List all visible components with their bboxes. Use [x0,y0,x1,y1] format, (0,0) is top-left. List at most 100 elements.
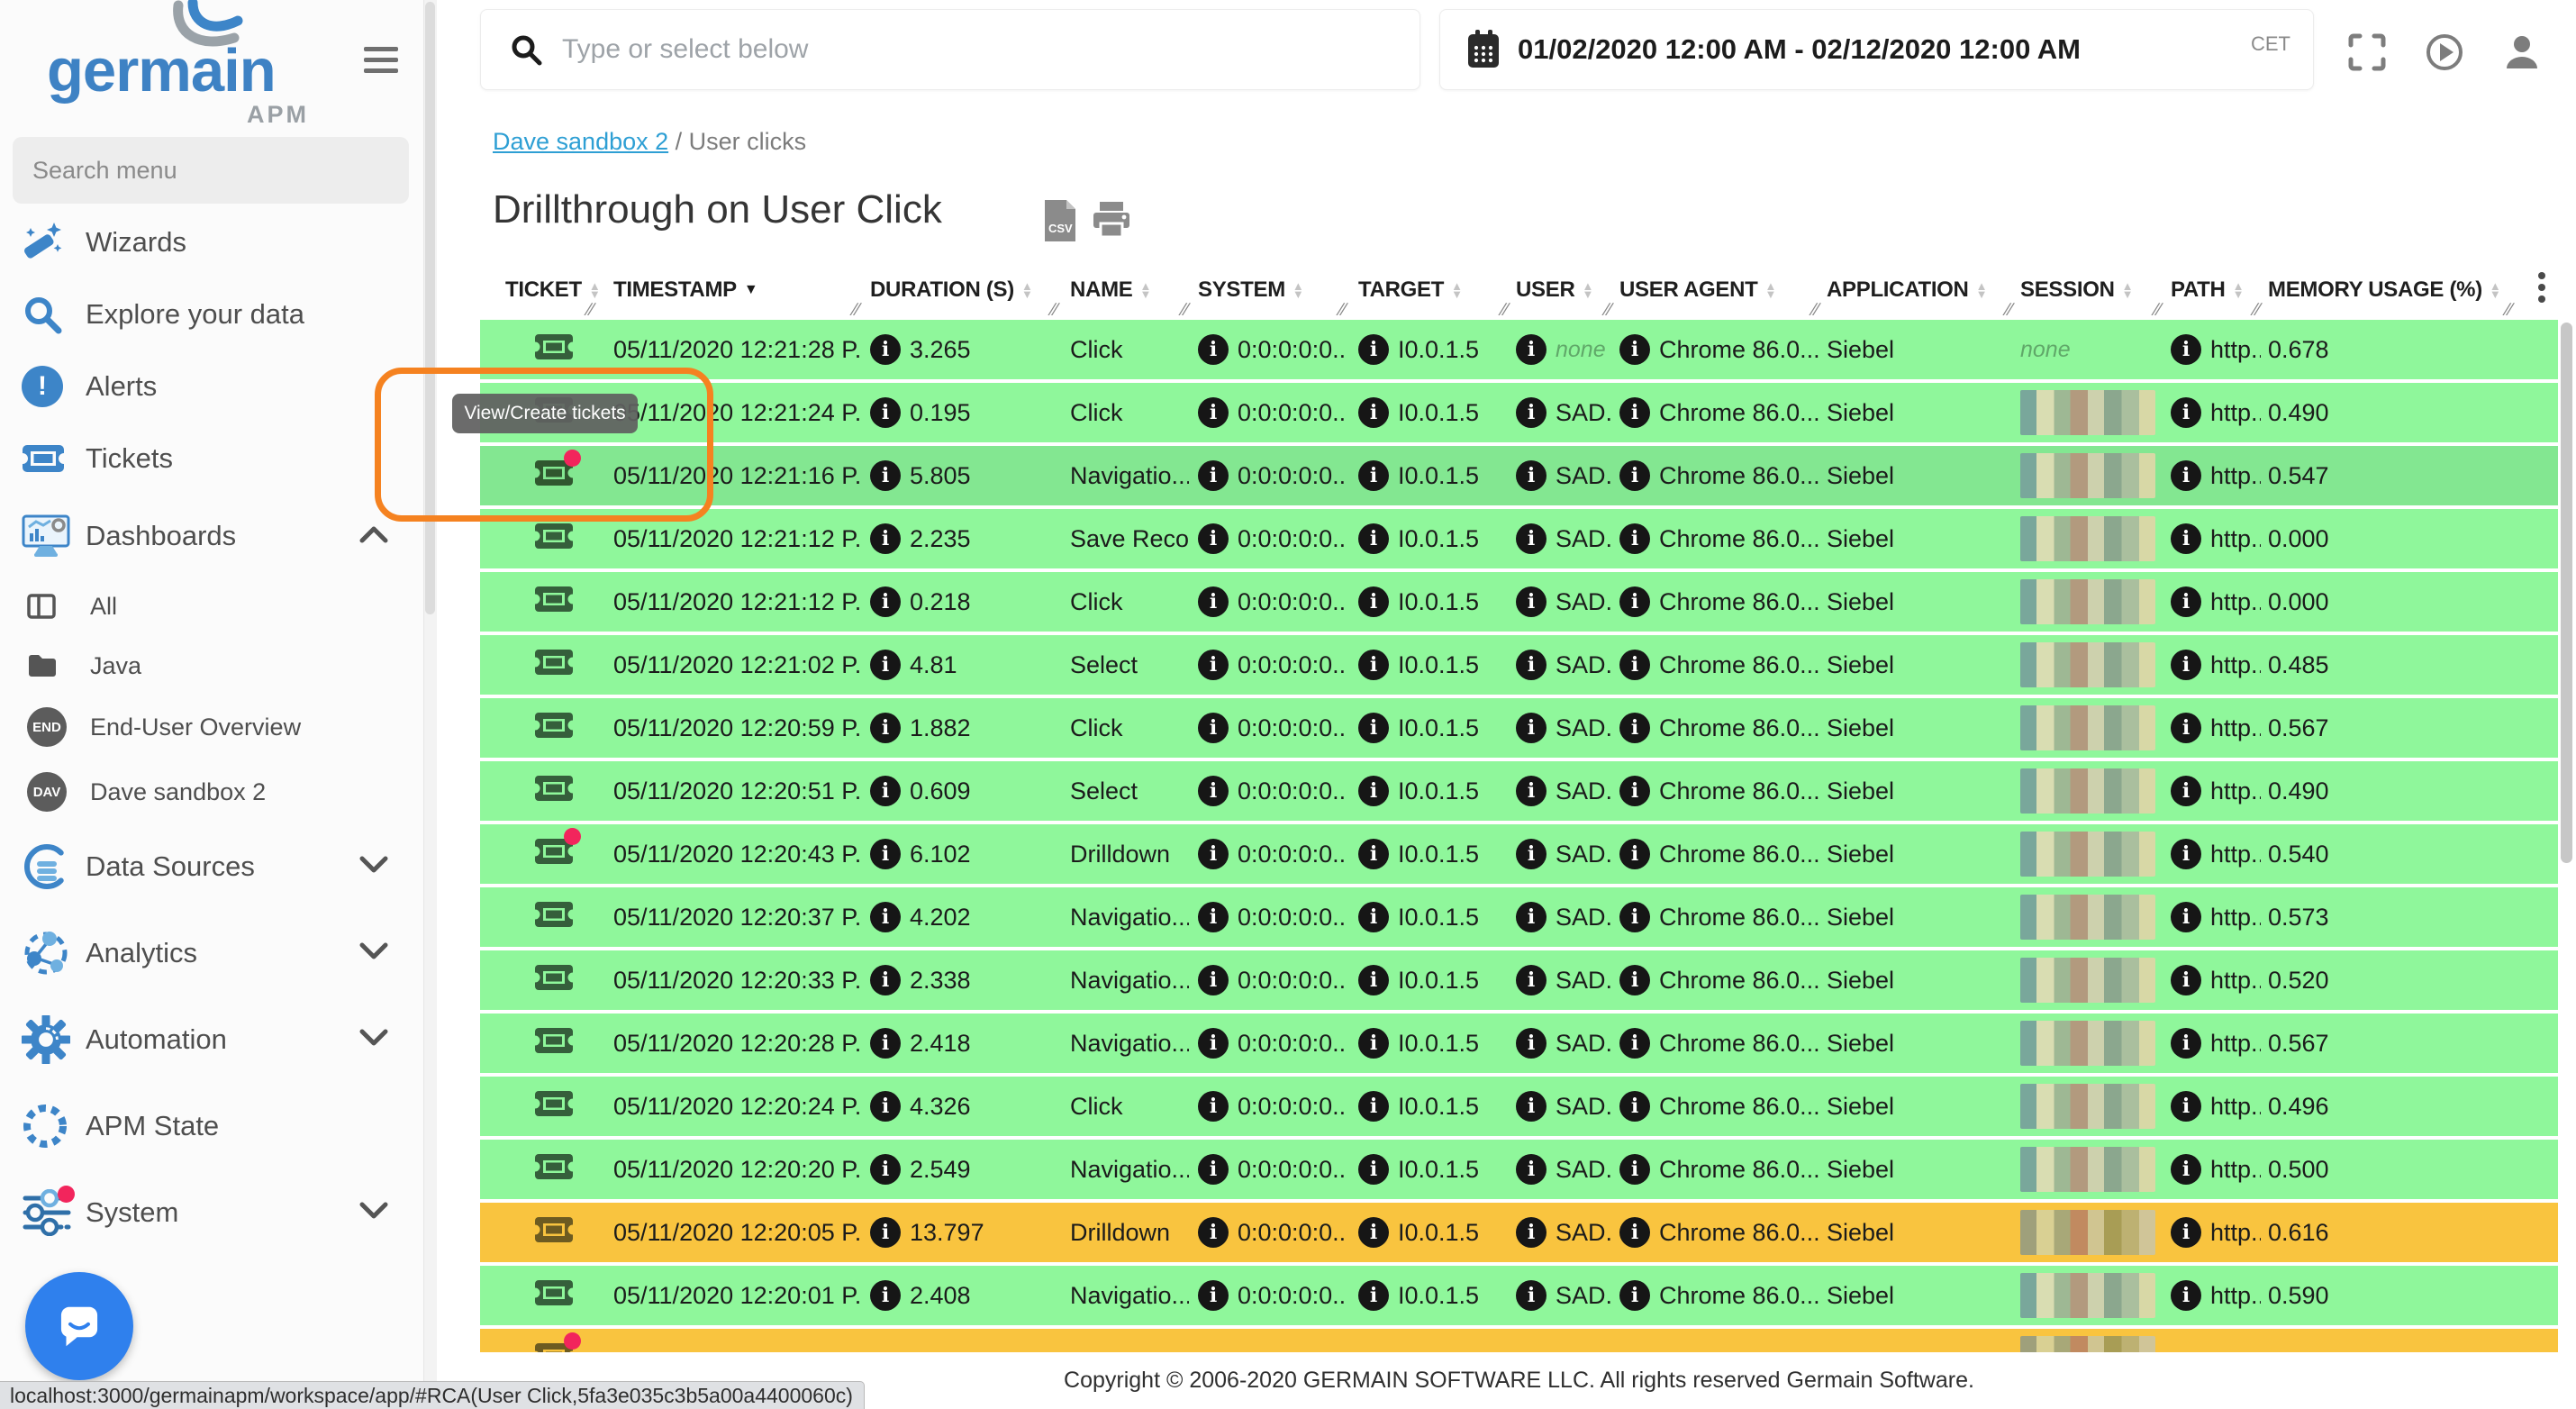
table-scrollbar[interactable] [2561,323,2572,863]
info-icon[interactable]: i [1619,650,1650,680]
info-icon[interactable]: i [1516,650,1547,680]
sort-carets-icon[interactable]: ▲▼ [1139,282,1151,298]
session-thumbnail[interactable] [2020,958,2155,1003]
info-icon[interactable]: i [2171,586,2201,617]
sidebar-item-dashboards[interactable]: Dashboards [0,498,423,574]
chevron-down-icon[interactable] [358,1201,389,1225]
ticket-icon[interactable] [534,773,574,810]
sidebar-scrollbar[interactable] [424,0,437,1409]
info-icon[interactable]: i [2171,776,2201,806]
info-icon[interactable]: i [1358,839,1389,869]
sidebar-item-apm-state[interactable]: APM State [0,1088,423,1164]
table-row[interactable]: 05/11/2020 12:20:28 P...i2.418Navigatio.… [480,1014,2558,1073]
info-icon[interactable]: i [1358,776,1389,806]
info-icon[interactable]: i [2171,460,2201,491]
table-row[interactable]: 05/11/2020 12:20:43 P...i6.102Drilldowni… [480,824,2558,884]
info-icon[interactable]: i [1358,902,1389,932]
info-icon[interactable]: i [1198,839,1229,869]
chat-button[interactable] [25,1272,133,1380]
sort-desc-icon[interactable]: ▼ [744,282,758,298]
info-icon[interactable]: i [1198,1154,1229,1185]
info-icon[interactable]: i [1198,902,1229,932]
session-thumbnail[interactable] [2020,832,2155,877]
info-icon[interactable]: i [1516,1217,1547,1248]
info-icon[interactable]: i [1198,965,1229,995]
info-icon[interactable]: i [2171,839,2201,869]
session-thumbnail[interactable] [2020,390,2155,435]
info-icon[interactable]: i [1358,523,1389,554]
info-icon[interactable]: i [1516,902,1547,932]
sidebar-search-input[interactable] [13,137,409,204]
info-icon[interactable]: i [1619,1028,1650,1059]
info-icon[interactable]: i [1358,965,1389,995]
info-icon[interactable]: i [1198,713,1229,743]
info-icon[interactable]: i [870,586,901,617]
print-icon[interactable] [1092,202,1131,244]
table-row[interactable]: 05/11/2020 12:20:01 P...i2.408Navigatio.… [480,1266,2558,1325]
info-icon[interactable]: i [1198,523,1229,554]
chevron-up-icon[interactable] [358,524,389,549]
session-thumbnail[interactable] [2020,516,2155,561]
column-header-name[interactable]: NAME▲▼∕∕ [1058,267,1189,314]
info-icon[interactable]: i [1198,334,1229,365]
info-icon[interactable]: i [2171,650,2201,680]
info-icon[interactable]: i [1358,1280,1389,1311]
table-row[interactable]: 05/11/2020 12:20:51 P...i0.609Selecti0:0… [480,761,2558,821]
sort-carets-icon[interactable]: ▲▼ [2233,282,2245,298]
info-icon[interactable]: i [1198,776,1229,806]
table-row[interactable]: 05/11/2020 12:21:12 P...i0.218Clicki0:0:… [480,572,2558,632]
session-thumbnail[interactable] [2020,1273,2155,1318]
column-header-application[interactable]: APPLICATION▲▼∕∕ [1819,267,2013,314]
info-icon[interactable]: i [870,713,901,743]
info-icon[interactable]: i [1358,1217,1389,1248]
column-header-memory-usage-[interactable]: MEMORY USAGE (%)▲▼∕∕ [2261,267,2513,314]
column-header-user-agent[interactable]: USER AGENT▲▼∕∕ [1612,267,1819,314]
session-thumbnail[interactable] [2020,642,2155,687]
sort-carets-icon[interactable]: ▲▼ [2490,282,2501,298]
info-icon[interactable]: i [870,1028,901,1059]
sidebar-item-wizards[interactable]: Wizards [0,205,423,280]
info-icon[interactable]: i [1516,1280,1547,1311]
info-icon[interactable]: i [1619,839,1650,869]
info-icon[interactable]: i [2171,1091,2201,1122]
csv-export-icon[interactable]: CSV [1043,200,1077,246]
sidebar-item-explore-your-data[interactable]: Explore your data [0,277,423,352]
info-icon[interactable]: i [2171,334,2201,365]
info-icon[interactable]: i [870,1154,901,1185]
info-icon[interactable]: i [2171,1154,2201,1185]
info-icon[interactable]: i [870,776,901,806]
table-row[interactable]: 05/11/2020 12:20:05 P...i13.797Drilldown… [480,1203,2558,1262]
info-icon[interactable]: i [870,1280,901,1311]
ticket-icon[interactable] [534,962,574,999]
info-icon[interactable]: i [1198,397,1229,428]
info-icon[interactable]: i [1516,397,1547,428]
info-icon[interactable]: i [1358,460,1389,491]
info-icon[interactable]: i [1619,1217,1650,1248]
sidebar-item-dave-sandbox-2[interactable]: DAVDave sandbox 2 [0,762,423,822]
table-row[interactable]: 05/11/2020 12:21:12 P...i2.235Save Reco.… [480,509,2558,568]
column-header-duration-s-[interactable]: DURATION (S)▲▼∕∕ [860,267,1058,314]
ticket-icon[interactable] [534,710,574,747]
table-row[interactable]: 05/11/2020 12:20:20 P...i2.549Navigatio.… [480,1140,2558,1199]
info-icon[interactable]: i [1358,397,1389,428]
ticket-icon[interactable] [534,899,574,936]
info-icon[interactable]: i [870,965,901,995]
info-icon[interactable]: i [1358,586,1389,617]
table-row[interactable]: 05/11/2020 12:21:02 P...i4.81Selecti0:0:… [480,635,2558,695]
info-icon[interactable]: i [1619,1154,1650,1185]
session-thumbnail[interactable] [2020,1336,2155,1352]
play-icon[interactable] [2425,32,2464,77]
date-range-picker[interactable]: 01/02/2020 12:00 AM - 02/12/2020 12:00 A… [1439,9,2314,90]
info-icon[interactable]: i [2171,713,2201,743]
sort-carets-icon[interactable]: ▲▼ [1764,282,1776,298]
info-icon[interactable]: i [870,460,901,491]
info-icon[interactable]: i [2171,1217,2201,1248]
info-icon[interactable]: i [2171,1028,2201,1059]
info-icon[interactable]: i [1516,776,1547,806]
info-icon[interactable]: i [2171,902,2201,932]
info-icon[interactable]: i [1516,839,1547,869]
ticket-icon[interactable] [534,1277,574,1314]
table-row[interactable]: 05/11/2020 12:21:28 P...i3.265Clicki0:0:… [480,320,2558,379]
info-icon[interactable]: i [2171,397,2201,428]
info-icon[interactable]: i [1198,1028,1229,1059]
